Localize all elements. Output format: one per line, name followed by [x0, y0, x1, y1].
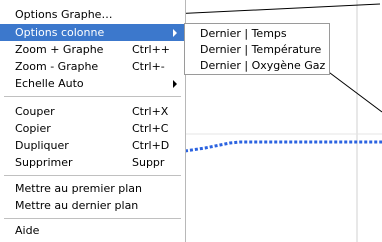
- menu-item-label: Zoom + Graphe: [15, 43, 104, 56]
- menu-item-couper[interactable]: Couper Ctrl+X: [0, 103, 185, 120]
- menu-item-copier[interactable]: Copier Ctrl+C: [0, 120, 185, 137]
- data-series-line: [184, 140, 382, 153]
- menu-item-label: Dupliquer: [15, 139, 69, 152]
- menu-item-zoom-minus[interactable]: Zoom - Graphe Ctrl+-: [0, 58, 185, 75]
- submenu-item-temperature[interactable]: Dernier | Température: [200, 43, 321, 56]
- submenu-item-oxygene-gaz[interactable]: Dernier | Oxygène Gaz: [200, 59, 325, 72]
- menu-separator: [4, 175, 181, 176]
- menu-separator: [4, 96, 181, 97]
- menu-item-options-colonne[interactable]: Options colonne: [0, 24, 185, 41]
- menu-item-dupliquer[interactable]: Dupliquer Ctrl+D: [0, 137, 185, 154]
- menu-separator: [4, 218, 181, 219]
- menu-item-label: Aide: [15, 224, 40, 237]
- menu-item-dernier-plan[interactable]: Mettre au dernier plan: [0, 197, 185, 214]
- menu-item-echelle-auto[interactable]: Echelle Auto: [0, 75, 185, 92]
- column-options-submenu: Dernier | Temps Dernier | Température De…: [184, 23, 330, 75]
- menu-item-label: Supprimer: [15, 156, 73, 169]
- menu-item-zoom-plus[interactable]: Zoom + Graphe Ctrl++: [0, 41, 185, 58]
- menu-item-shortcut: Ctrl+-: [132, 60, 165, 73]
- context-menu: Options Graphe… Options colonne Zoom + G…: [0, 0, 186, 242]
- menu-item-label: Options Graphe…: [15, 8, 113, 21]
- menu-item-label: Echelle Auto: [15, 77, 84, 90]
- menu-item-shortcut: Suppr: [132, 156, 165, 169]
- menu-item-supprimer[interactable]: Supprimer Suppr: [0, 154, 185, 171]
- submenu-arrow-icon: [173, 80, 177, 88]
- menu-item-shortcut: Ctrl++: [132, 43, 171, 56]
- submenu-item-temps[interactable]: Dernier | Temps: [200, 27, 287, 40]
- menu-item-label: Options colonne: [15, 26, 105, 39]
- menu-item-label: Copier: [15, 122, 51, 135]
- menu-item-label: Mettre au premier plan: [15, 182, 142, 195]
- submenu-arrow-icon: [173, 29, 177, 37]
- menu-item-shortcut: Ctrl+X: [132, 105, 169, 118]
- menu-item-label: Zoom - Graphe: [15, 60, 99, 73]
- menu-item-label: Couper: [15, 105, 55, 118]
- menu-item-premier-plan[interactable]: Mettre au premier plan: [0, 180, 185, 197]
- menu-item-aide[interactable]: Aide: [0, 222, 185, 239]
- menu-item-shortcut: Ctrl+C: [132, 122, 169, 135]
- menu-item-options-graphe[interactable]: Options Graphe…: [0, 6, 185, 23]
- menu-item-label: Mettre au dernier plan: [15, 199, 139, 212]
- menu-item-shortcut: Ctrl+D: [132, 139, 170, 152]
